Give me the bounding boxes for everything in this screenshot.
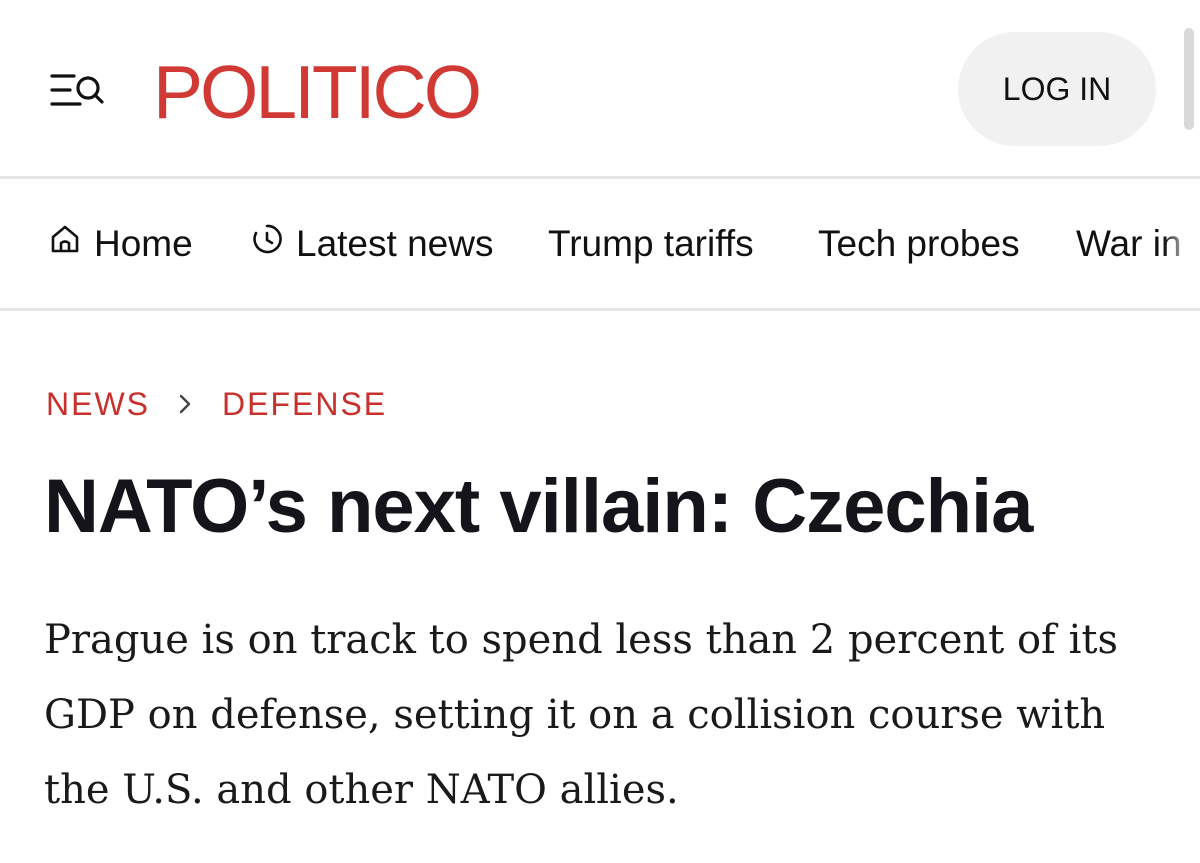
article-headline: NATO’s next villain: Czechia	[44, 464, 1033, 549]
breadcrumb-news[interactable]: NEWS	[46, 386, 150, 423]
nav-item-label: Home	[94, 222, 193, 264]
chevron-right-icon	[178, 392, 192, 416]
clock-icon	[250, 222, 296, 265]
nav-item-label: Tech probes	[818, 222, 1020, 264]
breadcrumb: NEWS DEFENSE	[46, 383, 387, 425]
home-icon	[48, 222, 94, 265]
breadcrumb-defense[interactable]: DEFENSE	[222, 386, 387, 423]
nav-item-home[interactable]: Home	[48, 179, 193, 308]
page: POLITICO LOG IN Home Latest news Trump t…	[0, 0, 1200, 863]
nav-item-trump-tariffs[interactable]: Trump tariffs	[548, 179, 754, 308]
scrollbar-thumb[interactable]	[1184, 28, 1194, 130]
politico-logo[interactable]: POLITICO	[153, 52, 482, 132]
site-header: POLITICO LOG IN	[0, 0, 1200, 179]
topic-nav-track: Home Latest news Trump tariffs Tech prob…	[0, 179, 1200, 308]
article-dek: Prague is on track to spend less than 2 …	[44, 617, 1118, 813]
menu-search-icon[interactable]	[48, 70, 108, 112]
nav-fade-overlay	[1164, 179, 1200, 308]
nav-item-tech-probes[interactable]: Tech probes	[818, 179, 1020, 308]
topic-nav: Home Latest news Trump tariffs Tech prob…	[0, 179, 1200, 311]
nav-item-label: Trump tariffs	[548, 222, 754, 264]
nav-item-label: Latest news	[296, 222, 494, 264]
nav-item-latest-news[interactable]: Latest news	[250, 179, 493, 308]
login-button[interactable]: LOG IN	[958, 32, 1156, 146]
